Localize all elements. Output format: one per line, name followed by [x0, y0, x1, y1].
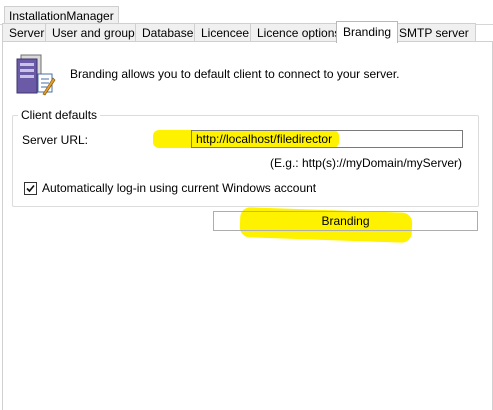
tab-database[interactable]: Database [135, 23, 201, 42]
auto-login-checkbox[interactable] [24, 181, 37, 195]
auto-login-label: Automatically log-in using current Windo… [42, 181, 317, 195]
tab-branding[interactable]: Branding [336, 21, 399, 43]
tab-licence-options[interactable]: Licence options [250, 23, 348, 42]
tabstrip: Server User and groups Database Licencee… [2, 21, 493, 43]
checkmark-icon [26, 184, 35, 192]
server-url-value: http://localhost/filedirector [196, 132, 333, 146]
branding-button[interactable]: Branding [213, 211, 478, 231]
tab-server[interactable]: Server [2, 23, 52, 42]
tab-smtp-server[interactable]: SMTP server [392, 23, 476, 42]
branding-description: Branding allows you to default client to… [70, 67, 400, 81]
server-settings-icon [12, 52, 56, 96]
server-url-label: Server URL: [22, 133, 89, 147]
server-url-hint: (E.g.: http(s)://myDomain/myServer) [269, 156, 462, 170]
tab-user-and-groups[interactable]: User and groups [45, 23, 148, 42]
tab-licencee[interactable]: Licencee [194, 23, 257, 42]
auto-login-row[interactable]: Automatically log-in using current Windo… [24, 181, 316, 195]
client-defaults-title: Client defaults [18, 108, 101, 122]
